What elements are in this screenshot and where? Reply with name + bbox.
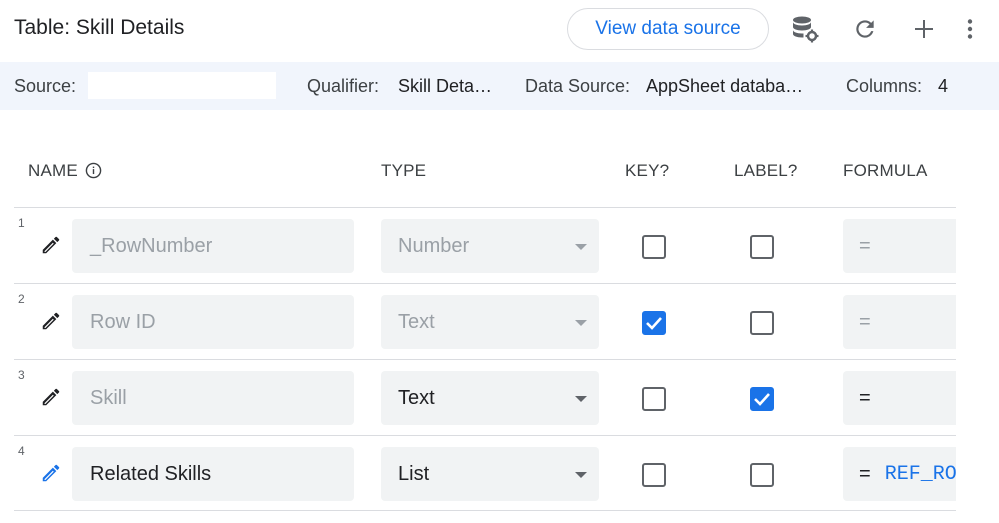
qualifier-value: Skill Deta…	[398, 76, 493, 96]
row-number: 2	[18, 292, 25, 306]
plus-icon[interactable]	[907, 12, 941, 46]
column-type-select: Number	[381, 219, 599, 273]
table-header: Table: Skill Details View data source	[0, 0, 999, 60]
info-icon[interactable]	[85, 162, 102, 184]
check-icon	[646, 317, 662, 330]
column-type-value: List	[398, 462, 430, 485]
key-checkbox[interactable]	[642, 235, 666, 259]
more-vert-icon[interactable]	[953, 12, 987, 46]
row-number: 3	[18, 368, 25, 382]
formula-field[interactable]: =	[843, 371, 956, 425]
columns-label: Columns:	[846, 76, 923, 96]
column-type-select: Text	[381, 295, 599, 349]
table-row: 3 Skill Text =	[14, 359, 956, 435]
pencil-icon[interactable]	[40, 310, 62, 332]
column-name-field: Skill	[72, 371, 354, 425]
column-header-name: NAME	[28, 161, 102, 184]
row-number: 1	[18, 216, 25, 230]
formula-equals: =	[859, 310, 871, 333]
view-data-source-button[interactable]: View data source	[567, 8, 769, 50]
source-label: Source:	[14, 76, 77, 96]
data-source-label: Data Source:	[525, 76, 631, 96]
page-title: Table: Skill Details	[14, 16, 185, 39]
label-checkbox[interactable]	[750, 387, 774, 411]
chevron-down-icon	[575, 396, 587, 402]
formula-field: =	[843, 295, 956, 349]
formula-equals: =	[859, 234, 871, 257]
column-header-label: LABEL?	[734, 161, 798, 180]
column-type-select[interactable]: List	[381, 447, 599, 501]
column-type-value: Text	[398, 386, 435, 409]
column-header-type: TYPE	[381, 161, 427, 180]
table-info-bar: Source: Qualifier: Skill Deta… Data Sour…	[0, 62, 999, 110]
key-checkbox[interactable]	[642, 463, 666, 487]
pencil-icon[interactable]	[40, 234, 62, 256]
formula-field: =	[843, 219, 956, 273]
column-type-value: Number	[398, 234, 470, 257]
check-icon	[754, 393, 770, 406]
column-name-field: _RowNumber	[72, 219, 354, 273]
key-checkbox[interactable]	[642, 311, 666, 335]
chevron-down-icon	[575, 320, 587, 326]
formula-field[interactable]: = REF_RO	[843, 447, 956, 501]
label-checkbox[interactable]	[750, 463, 774, 487]
chevron-down-icon	[575, 244, 587, 250]
data-source-value: AppSheet databa…	[646, 76, 804, 96]
pencil-icon[interactable]	[40, 462, 62, 484]
label-checkbox[interactable]	[750, 311, 774, 335]
database-gear-icon[interactable]	[788, 12, 822, 46]
formula-equals: =	[859, 386, 871, 409]
column-type-select[interactable]: Text	[381, 371, 599, 425]
refresh-icon[interactable]	[848, 12, 882, 46]
column-header-key: KEY?	[625, 161, 670, 180]
column-header-formula: FORMULA	[843, 161, 928, 180]
column-type-value: Text	[398, 310, 435, 333]
column-name-field: Row ID	[72, 295, 354, 349]
table-row: 2 Row ID Text =	[14, 283, 956, 359]
key-checkbox[interactable]	[642, 387, 666, 411]
formula-expression: REF_RO	[884, 462, 956, 486]
table-row: 4 Related Skills List = REF_RO	[14, 435, 956, 511]
columns-count: 4	[938, 76, 949, 96]
column-header-name-label: NAME	[28, 161, 78, 180]
table-row: 1 _RowNumber Number =	[14, 207, 956, 283]
source-field	[88, 72, 276, 99]
pencil-icon[interactable]	[40, 386, 62, 408]
label-checkbox[interactable]	[750, 235, 774, 259]
row-number: 4	[18, 444, 25, 458]
chevron-down-icon	[575, 472, 587, 478]
qualifier-label: Qualifier:	[307, 76, 380, 96]
column-name-field[interactable]: Related Skills	[72, 447, 354, 501]
formula-equals: =	[859, 462, 871, 485]
